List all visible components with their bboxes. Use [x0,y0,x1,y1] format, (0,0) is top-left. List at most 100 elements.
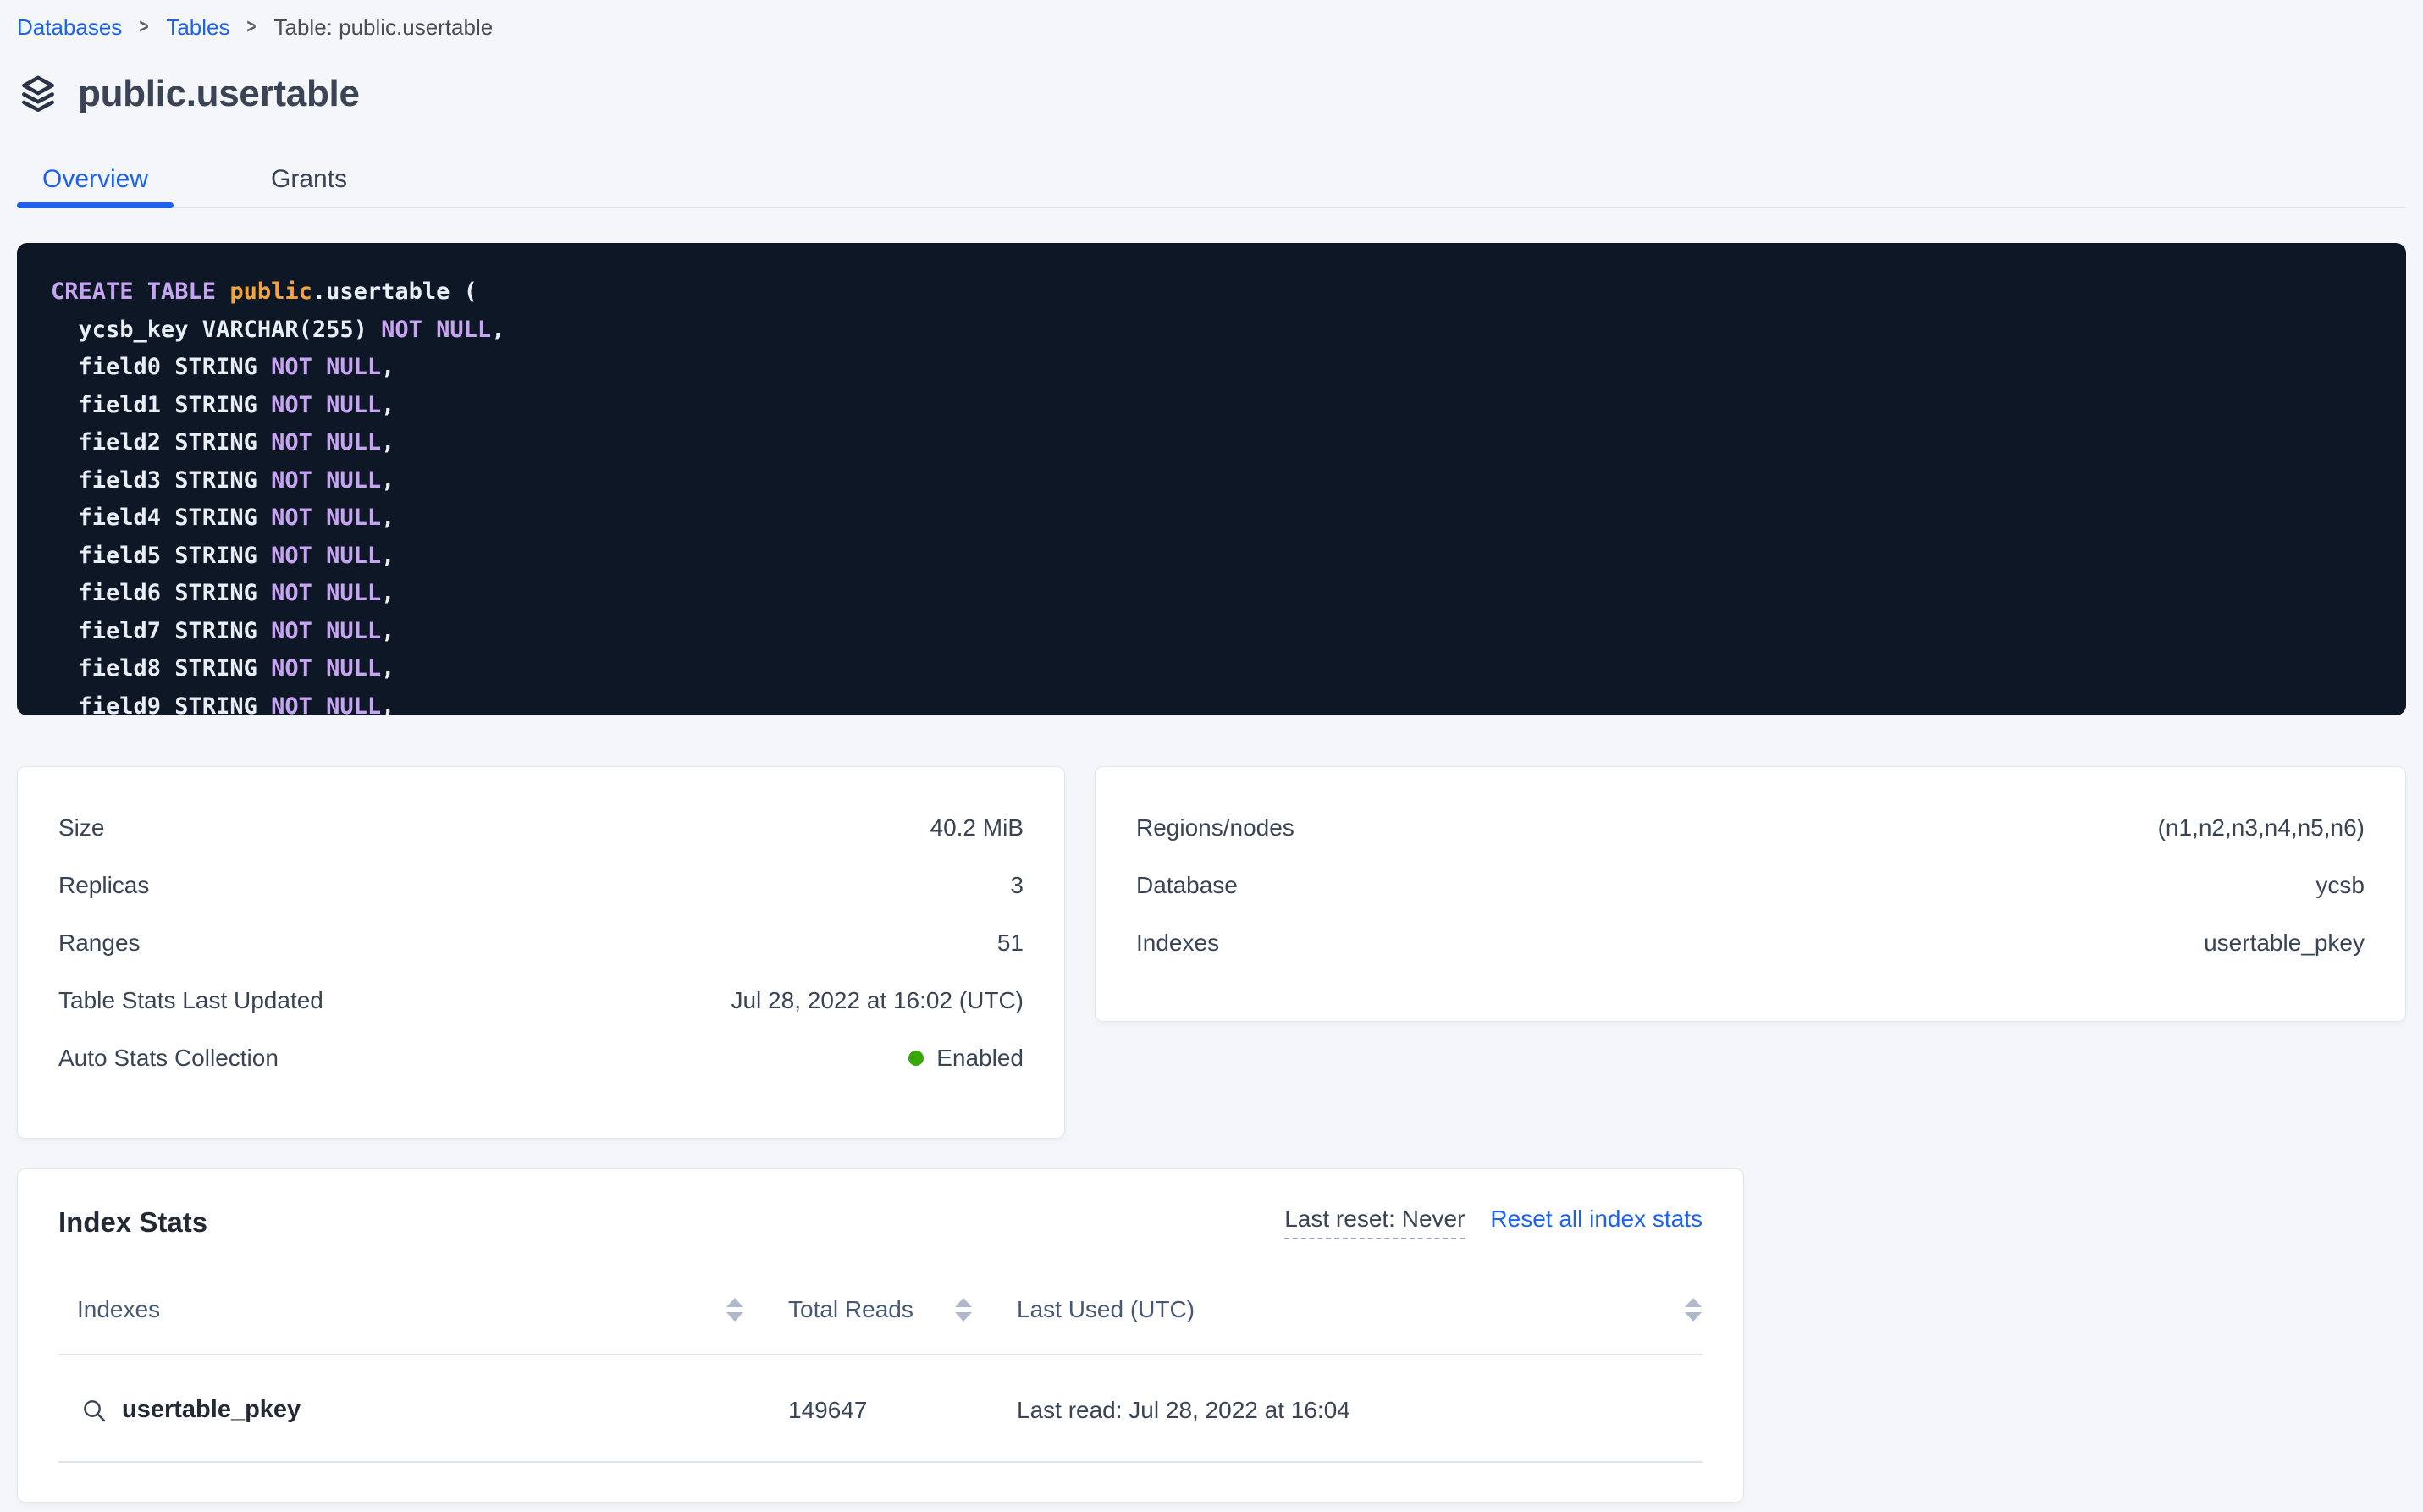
sql-line: field5 STRING NOT NULL, [51,538,2372,576]
sql-line: field0 STRING NOT NULL, [51,349,2372,387]
sql-line: CREATE TABLE public.usertable ( [51,273,2372,312]
breadcrumb-link-databases[interactable]: Databases [17,14,122,41]
breadcrumb-link-tables[interactable]: Tables [166,14,229,41]
stat-row-auto-stats: Auto Stats Collection Enabled [58,1029,1024,1087]
stat-row-regions: Regions/nodes (n1,n2,n3,n4,n5,n6) [1136,799,2365,857]
last-used-value: Last read: Jul 28, 2022 at 16:04 [998,1397,1703,1424]
sql-token: NOT NULL [381,317,491,343]
sql-token: field1 STRING [51,392,271,418]
sql-token: field8 STRING [51,655,271,682]
sort-carets-icon[interactable] [726,1297,744,1322]
sql-token: CREATE TABLE [51,279,229,305]
sql-token: , [381,354,395,380]
detail-cards-row: Size 40.2 MiB Replicas 3 Ranges 51 Table… [17,766,2406,1139]
stat-label: Replicas [58,872,149,899]
sql-token: NOT NULL [271,392,381,418]
stat-value: usertable_pkey [2204,930,2365,957]
sql-line: field7 STRING NOT NULL, [51,613,2372,651]
stat-label: Ranges [58,930,141,957]
status-text: Enabled [936,1045,1024,1072]
sql-token: ycsb_key VARCHAR(255) [51,317,381,343]
chevron-right-icon: > [247,15,257,39]
sql-token: , [381,467,395,494]
index-name: usertable_pkey [122,1396,301,1424]
stat-row-size: Size 40.2 MiB [58,799,1024,857]
total-reads-value: 149647 [770,1397,973,1424]
column-header-last-used[interactable]: Last Used (UTC) [998,1296,1703,1323]
breadcrumb-current: Table: public.usertable [274,14,494,41]
sql-token: NOT NULL [271,655,381,682]
column-header-label: Last Used (UTC) [1017,1296,1195,1323]
stat-value: 51 [997,930,1024,957]
sql-token: field7 STRING [51,618,271,644]
sql-line: field8 STRING NOT NULL, [51,650,2372,688]
sql-token: NOT NULL [271,467,381,494]
sql-line: field2 STRING NOT NULL, [51,424,2372,462]
sql-token: NOT NULL [271,543,381,569]
sql-token: , [381,618,395,644]
sql-token: NOT NULL [271,429,381,455]
stat-row-stats-updated: Table Stats Last Updated Jul 28, 2022 at… [58,972,1024,1029]
search-icon [80,1397,108,1424]
sql-token: field0 STRING [51,354,271,380]
stat-row-database: Database ycsb [1136,857,2365,914]
sql-token: NOT NULL [271,580,381,606]
table-details-card: Size 40.2 MiB Replicas 3 Ranges 51 Table… [17,766,1065,1139]
sql-token: field6 STRING [51,580,271,606]
tab-overview[interactable]: Overview [17,152,174,207]
column-header-total-reads[interactable]: Total Reads [770,1296,973,1323]
layers-stack-icon [17,73,59,115]
sql-line: field4 STRING NOT NULL, [51,499,2372,538]
sql-token: , [381,392,395,418]
stat-value: Enabled [908,1045,1024,1072]
reset-all-index-stats-link[interactable]: Reset all index stats [1490,1206,1703,1233]
status-dot-green [908,1051,924,1066]
sql-token: NOT NULL [271,505,381,531]
index-name-link[interactable]: usertable_pkey [58,1396,744,1424]
index-stats-header: Index Stats Last reset: Never Reset all … [58,1203,1703,1242]
stat-value: ycsb [2315,872,2365,899]
column-header-label: Indexes [77,1296,160,1323]
tab-bar: Overview Grants [17,152,2406,208]
last-reset-label[interactable]: Last reset: Never [1284,1206,1465,1239]
page-title: public.usertable [78,73,360,115]
sql-token: public [229,279,312,305]
sql-token: field2 STRING [51,429,271,455]
sql-token: NOT NULL [271,354,381,380]
sort-carets-icon[interactable] [1684,1297,1703,1322]
sql-token: field5 STRING [51,543,271,569]
sql-line: field6 STRING NOT NULL, [51,575,2372,613]
sql-line: field3 STRING NOT NULL, [51,462,2372,500]
sql-line: field1 STRING NOT NULL, [51,387,2372,425]
stat-value: (n1,n2,n3,n4,n5,n6) [2158,814,2365,842]
index-stats-title: Index Stats [58,1206,207,1239]
sql-token: , [381,505,395,531]
index-stats-card: Index Stats Last reset: Never Reset all … [17,1168,1744,1503]
stat-label: Database [1136,872,1238,899]
sql-token: field3 STRING [51,467,271,494]
column-header-label: Total Reads [788,1296,913,1323]
sql-token: .usertable ( [312,279,477,305]
sql-token: , [491,317,505,343]
stat-value: 40.2 MiB [930,814,1024,842]
stat-row-replicas: Replicas 3 [58,857,1024,914]
page: Databases > Tables > Table: public.usert… [0,0,2423,1503]
sql-token: , [381,693,395,716]
stat-row-ranges: Ranges 51 [58,914,1024,972]
index-stats-reset-group: Last reset: Never Reset all index stats [1284,1206,1703,1239]
sql-token: , [381,429,395,455]
sort-carets-icon[interactable] [954,1297,973,1322]
tab-grants[interactable]: Grants [246,152,373,207]
index-stats-table-row: usertable_pkey 149647 Last read: Jul 28,… [58,1355,1703,1463]
index-stats-table-header: Indexes Total Reads Last Used (UTC) [58,1296,1703,1355]
sql-token: , [381,543,395,569]
stat-label: Size [58,814,104,842]
chevron-right-icon: > [140,15,149,39]
sql-token: field4 STRING [51,505,271,531]
sql-line: field9 STRING NOT NULL, [51,688,2372,716]
title-row: public.usertable [17,73,2406,115]
sql-token: , [381,580,395,606]
sql-create-statement-box: CREATE TABLE public.usertable ( ycsb_key… [17,243,2406,715]
column-header-indexes[interactable]: Indexes [58,1296,744,1323]
sql-token: NOT NULL [271,618,381,644]
